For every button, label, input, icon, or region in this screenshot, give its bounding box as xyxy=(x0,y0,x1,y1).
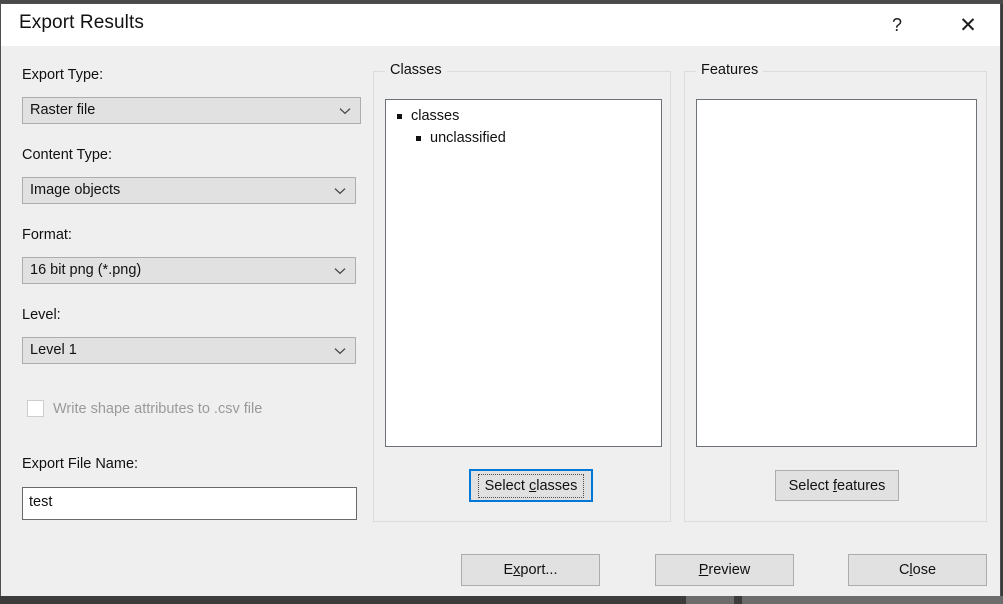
export-file-name-input[interactable]: test xyxy=(22,487,357,520)
bullet-icon xyxy=(416,135,421,141)
classes-group-title: Classes xyxy=(385,62,447,78)
screen: Export Results ? ✕ Export Type: Raster f… xyxy=(0,0,1003,604)
select-classes-button[interactable]: Select classes xyxy=(469,469,593,502)
export-type-dropdown[interactable]: Raster file xyxy=(22,97,361,124)
preview-button-suffix: review xyxy=(708,562,751,578)
format-label: Format: xyxy=(22,227,72,243)
features-group: Features Select features xyxy=(684,62,987,522)
preview-button-accel: P xyxy=(698,562,709,578)
tree-item-label: classes xyxy=(411,108,460,124)
export-button-prefix: E xyxy=(503,562,514,578)
export-button[interactable]: Export... xyxy=(461,554,600,586)
preview-button[interactable]: Preview xyxy=(655,554,794,586)
export-results-dialog: Export Results ? ✕ Export Type: Raster f… xyxy=(0,3,1001,598)
format-dropdown[interactable]: 16 bit png (*.png) xyxy=(22,257,356,284)
write-shape-attributes-label: Write shape attributes to .csv file xyxy=(53,400,263,417)
level-label: Level: xyxy=(22,307,61,323)
chevron-down-icon xyxy=(333,178,347,203)
select-features-prefix: Select xyxy=(788,477,833,494)
classes-group: Classes classes unclassified Select clas… xyxy=(373,62,671,522)
background-window-bottom-strip xyxy=(0,596,1003,604)
page-title: Export Results xyxy=(19,12,144,33)
format-value: 16 bit png (*.png) xyxy=(30,262,142,278)
features-listbox[interactable] xyxy=(696,99,977,447)
close-button-suffix: ose xyxy=(912,562,937,578)
export-type-label: Export Type: xyxy=(22,67,104,83)
content-type-value: Image objects xyxy=(30,182,121,198)
select-features-button[interactable]: Select features xyxy=(775,470,899,501)
chevron-down-icon xyxy=(333,338,347,363)
export-file-name-value: test xyxy=(29,494,53,510)
title-bar: Export Results ? ✕ xyxy=(1,4,1000,46)
write-shape-attributes-checkbox[interactable] xyxy=(27,400,44,417)
export-button-suffix: port... xyxy=(520,562,558,578)
classes-listbox[interactable]: classes unclassified xyxy=(385,99,662,447)
chevron-down-icon xyxy=(333,258,347,283)
select-features-suffix: eatures xyxy=(837,477,886,494)
close-button[interactable]: Close xyxy=(848,554,987,586)
chevron-down-icon xyxy=(338,98,352,123)
tree-item-label: unclassified xyxy=(430,130,506,146)
level-value: Level 1 xyxy=(30,342,77,358)
content-type-label: Content Type: xyxy=(22,147,113,163)
level-dropdown[interactable]: Level 1 xyxy=(22,337,356,364)
help-button[interactable]: ? xyxy=(874,4,920,46)
features-group-title: Features xyxy=(696,62,764,78)
write-shape-attributes-checkbox-row[interactable]: Write shape attributes to .csv file xyxy=(27,400,262,417)
bullet-icon xyxy=(397,113,402,119)
tree-item-classes[interactable]: classes xyxy=(397,108,459,124)
select-classes-prefix: Select xyxy=(484,477,529,494)
close-icon[interactable]: ✕ xyxy=(945,4,991,46)
export-type-value: Raster file xyxy=(30,102,96,118)
close-button-prefix: C xyxy=(898,562,910,578)
select-classes-suffix: lasses xyxy=(536,477,578,494)
export-file-name-label: Export File Name: xyxy=(22,456,139,472)
tree-item-unclassified[interactable]: unclassified xyxy=(416,130,506,146)
content-type-dropdown[interactable]: Image objects xyxy=(22,177,356,204)
